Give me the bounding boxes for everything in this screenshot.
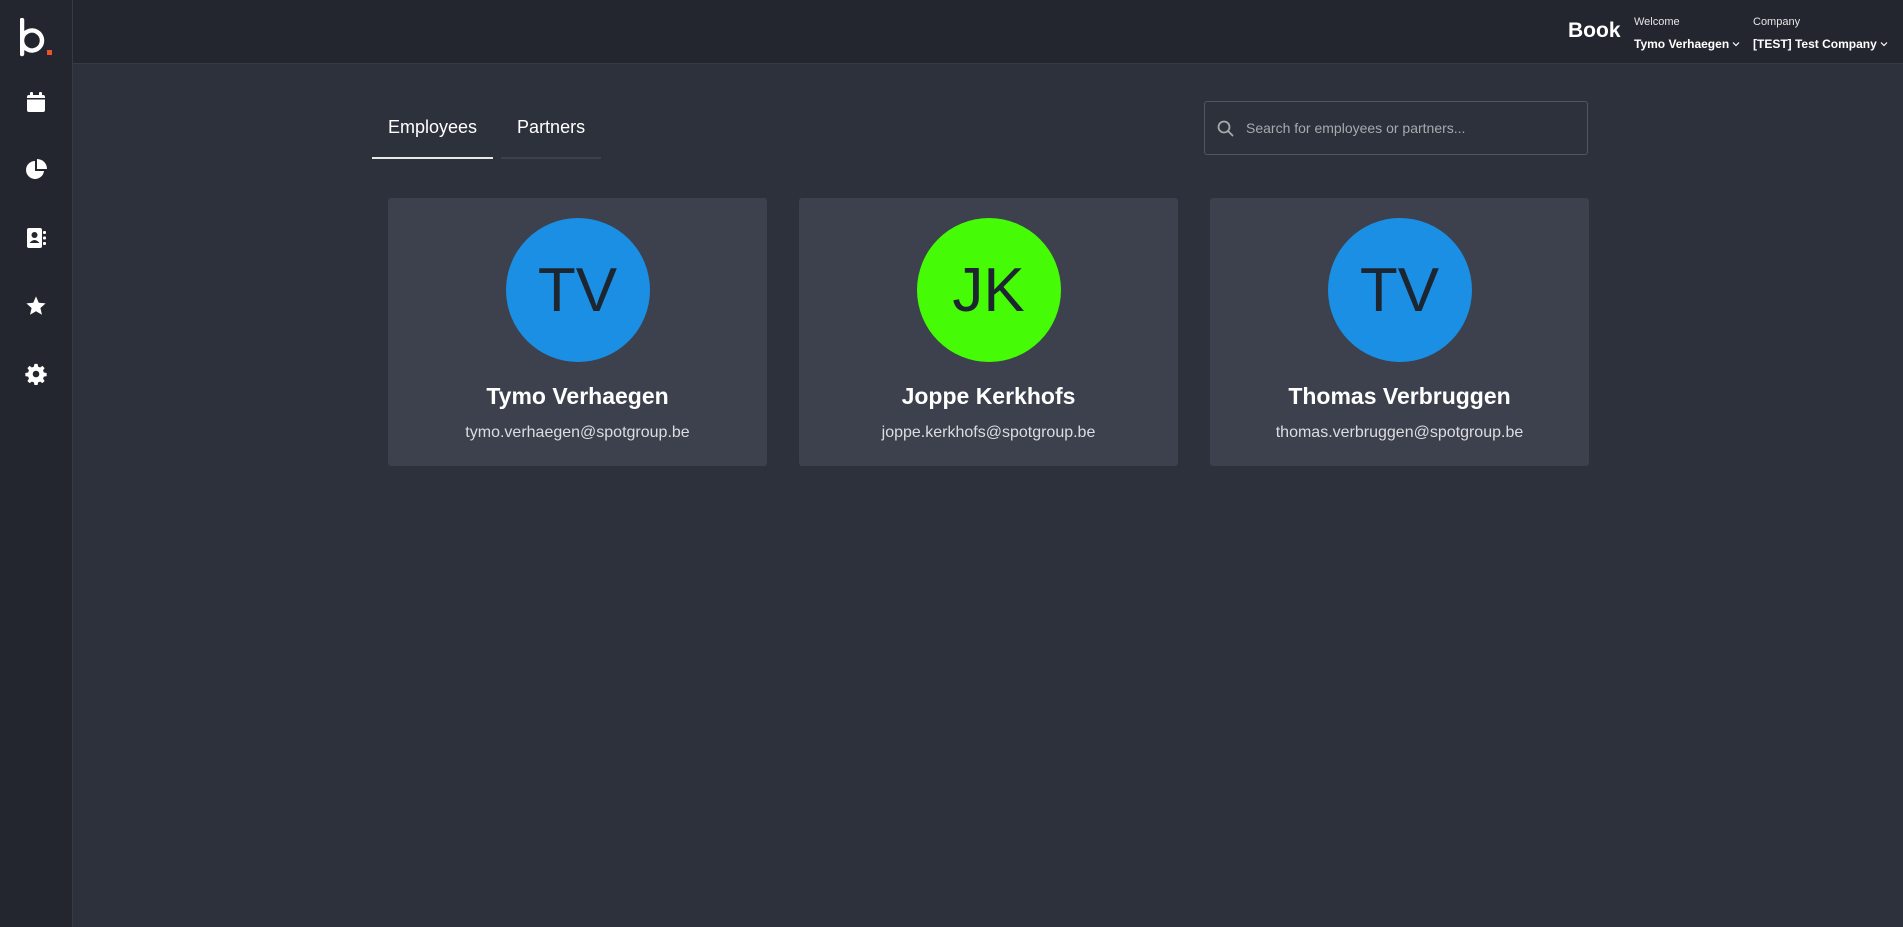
welcome-label: Welcome bbox=[1634, 16, 1680, 28]
search-icon bbox=[1217, 120, 1234, 136]
chevron-down-icon bbox=[1880, 42, 1888, 47]
sidebar-item-calendar[interactable] bbox=[20, 86, 52, 118]
sidebar-item-contacts[interactable] bbox=[20, 222, 52, 254]
sidebar-item-settings[interactable] bbox=[20, 358, 52, 390]
pie-chart-icon bbox=[26, 159, 47, 179]
company-name: [TEST] Test Company bbox=[1753, 37, 1877, 51]
avatar: TV bbox=[505, 218, 650, 362]
search-input[interactable] bbox=[1246, 120, 1576, 136]
person-card[interactable]: TV Tymo Verhaegen tymo.verhaegen@spotgro… bbox=[388, 198, 767, 466]
tab-bar: Employees Partners bbox=[372, 100, 602, 159]
company-dropdown[interactable]: [TEST] Test Company bbox=[1753, 37, 1888, 51]
avatar: TV bbox=[1327, 218, 1472, 362]
user-dropdown[interactable]: Tymo Verhaegen bbox=[1634, 37, 1740, 51]
gear-icon bbox=[25, 363, 47, 385]
user-name: Tymo Verhaegen bbox=[1634, 37, 1730, 51]
search-box bbox=[1204, 101, 1588, 155]
sidebar bbox=[0, 0, 73, 927]
person-email: thomas.verbruggen@spotgroup.be bbox=[1275, 424, 1524, 441]
people-grid: TV Tymo Verhaegen tymo.verhaegen@spotgro… bbox=[388, 198, 1589, 466]
app-title: Book bbox=[1568, 19, 1621, 42]
tab-partners[interactable]: Partners bbox=[501, 100, 602, 159]
person-name: Tymo Verhaegen bbox=[486, 383, 669, 409]
person-card[interactable]: TV Thomas Verbruggen thomas.verbruggen@s… bbox=[1210, 198, 1589, 466]
chevron-down-icon bbox=[1732, 42, 1740, 47]
person-email: joppe.kerkhofs@spotgroup.be bbox=[881, 424, 1096, 441]
person-name: Joppe Kerkhofs bbox=[901, 383, 1076, 409]
person-name: Thomas Verbruggen bbox=[1288, 383, 1511, 409]
star-icon bbox=[26, 296, 46, 315]
company-label: Company bbox=[1753, 16, 1801, 28]
sidebar-item-statistics[interactable] bbox=[20, 154, 52, 186]
top-bar bbox=[73, 0, 1903, 64]
person-email: tymo.verhaegen@spotgroup.be bbox=[465, 424, 690, 441]
tab-employees[interactable]: Employees bbox=[372, 100, 494, 159]
address-book-icon bbox=[27, 228, 46, 248]
person-card[interactable]: JK Joppe Kerkhofs joppe.kerkhofs@spotgro… bbox=[799, 198, 1178, 466]
calendar-icon bbox=[27, 92, 45, 112]
company-menu[interactable]: Company [TEST] Test Company bbox=[1753, 16, 1888, 51]
avatar: JK bbox=[916, 218, 1061, 362]
user-menu[interactable]: Welcome Tymo Verhaegen bbox=[1634, 16, 1740, 51]
app-logo[interactable] bbox=[19, 17, 54, 58]
sidebar-item-favorites[interactable] bbox=[20, 290, 52, 322]
